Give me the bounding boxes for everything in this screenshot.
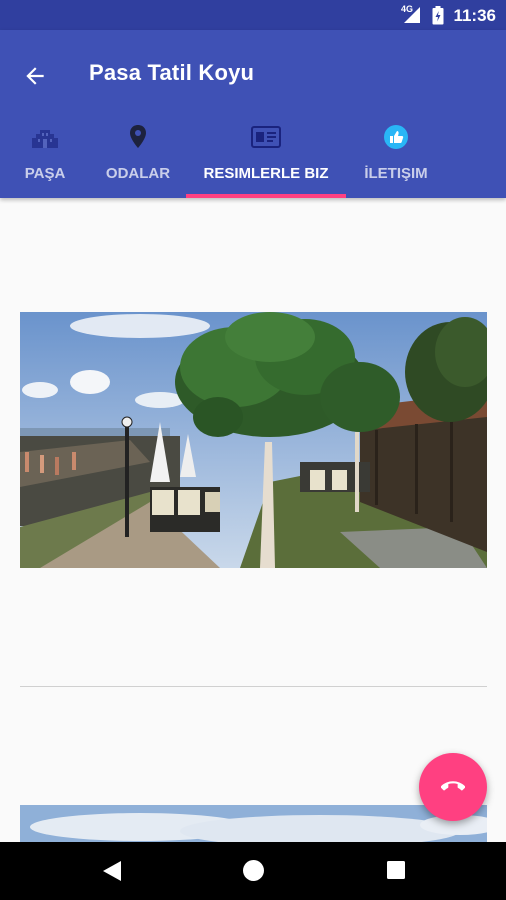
navigation-bar xyxy=(0,842,506,900)
resort-garden-image xyxy=(20,312,487,568)
arrow-left-icon[interactable] xyxy=(22,63,48,89)
home-circle-icon[interactable] xyxy=(242,859,265,882)
tab-label: İLETIŞIM xyxy=(364,165,428,182)
clock: 11:36 xyxy=(453,6,496,25)
tab-resimlerle-biz[interactable]: RESIMLERLE BIZ xyxy=(186,118,346,198)
tab-label: ODALAR xyxy=(105,165,171,182)
call-button[interactable] xyxy=(419,753,487,821)
tab-iletisim[interactable]: İLETIŞIM xyxy=(346,118,446,198)
divider xyxy=(20,686,487,687)
signal-icon xyxy=(404,7,420,23)
tab-bar: PAŞA ODALAR RESIMLERLE BIZ İLETIŞIM xyxy=(0,118,506,198)
tab-label: RESIMLERLE BIZ xyxy=(203,165,329,182)
gallery-list[interactable] xyxy=(0,198,506,842)
building-icon xyxy=(32,130,58,148)
tab-odalar[interactable]: ODALAR xyxy=(90,118,186,198)
thumbs-up-icon xyxy=(384,125,408,149)
sky-image xyxy=(20,805,487,842)
photo-id-icon xyxy=(251,126,281,148)
gallery-photo[interactable] xyxy=(20,805,487,842)
recents-square-icon[interactable] xyxy=(386,860,406,880)
page-title: Pasa Tatil Koyu xyxy=(89,60,255,85)
tab-label: PAŞA xyxy=(24,165,66,182)
gallery-photo[interactable] xyxy=(20,312,487,568)
location-pin-icon xyxy=(130,125,146,148)
status-bar: 4G 11:36 xyxy=(0,0,506,30)
tab-pasa[interactable]: PAŞA xyxy=(0,118,90,198)
back-triangle-icon[interactable] xyxy=(101,859,123,883)
app-bar: Pasa Tatil Koyu PAŞA ODALAR RESIMLERLE B… xyxy=(0,30,506,198)
battery-icon xyxy=(432,6,444,25)
phone-icon xyxy=(441,781,465,791)
